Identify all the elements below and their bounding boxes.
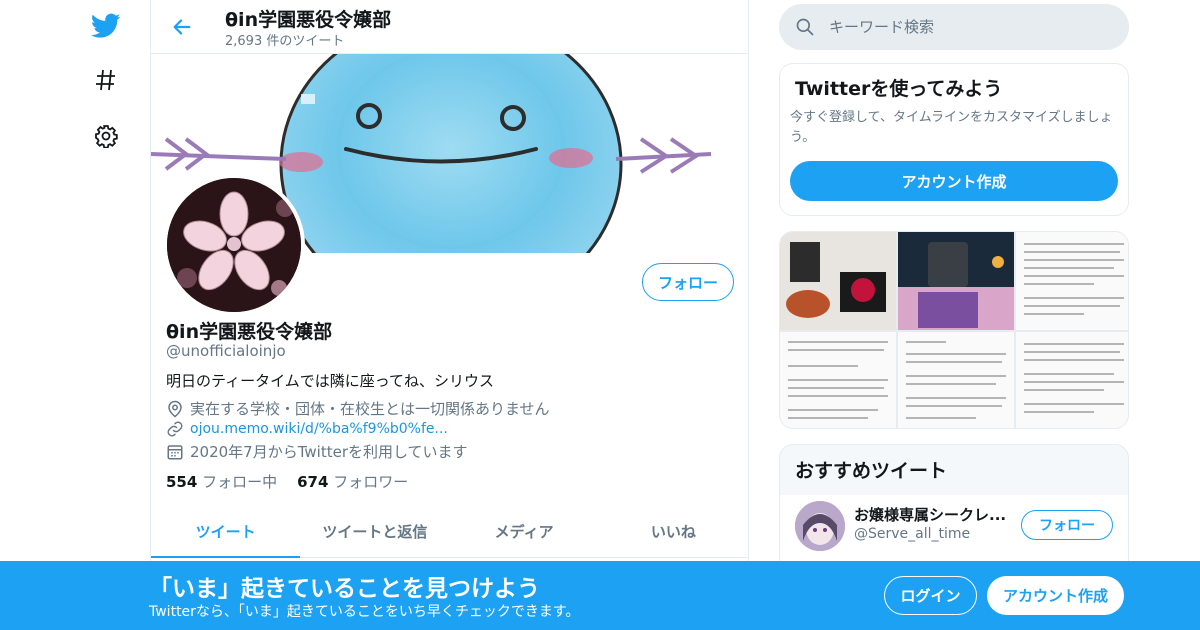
- tab-tweets[interactable]: ツイート: [151, 506, 301, 558]
- location-text: 実在する学校・団体・在校生とは一切関係ありません: [190, 400, 550, 418]
- follow-button[interactable]: フォロー: [642, 263, 734, 301]
- signup-button[interactable]: アカウント作成: [987, 576, 1124, 615]
- profile-name: θin学園悪役令嬢部: [166, 321, 333, 343]
- profile-location: 実在する学校・団体・在校生とは一切関係ありません: [166, 398, 550, 419]
- link-icon: [167, 421, 183, 437]
- signup-title: Twitterを使ってみよう: [795, 78, 1003, 100]
- profile-handle: @unofficialoinjo: [166, 342, 286, 360]
- recommended-handle: @Serve_all_time: [854, 526, 971, 542]
- profile-url: ojou.memo.wiki/d/%ba%f9%b0%fe...: [166, 420, 448, 438]
- url-link[interactable]: ojou.memo.wiki/d/%ba%f9%b0%fe...: [190, 421, 448, 437]
- profile-tabs: ツイート ツイートと返信 メディア いいね: [151, 506, 748, 558]
- profile-header-bar: θin学園悪役令嬢部 2,693 件のツイート: [151, 0, 748, 54]
- gear-icon[interactable]: [90, 120, 122, 152]
- search-input[interactable]: [829, 18, 1109, 36]
- tab-likes[interactable]: いいね: [599, 506, 748, 557]
- tab-tweets-replies[interactable]: ツイートと返信: [300, 506, 449, 557]
- signup-card: Twitterを使ってみよう 今すぐ登録して、タイムラインをカスタマイズしましょ…: [779, 63, 1129, 216]
- login-button[interactable]: ログイン: [884, 576, 977, 615]
- hashtag-icon[interactable]: [90, 64, 122, 96]
- twitter-bird-icon[interactable]: [90, 10, 122, 42]
- recommend-title: おすすめツイート: [795, 460, 948, 482]
- search-icon: [796, 18, 814, 36]
- media-thumb-text1[interactable]: [1016, 232, 1128, 330]
- signup-banner: 「いま」起きていることを見つけよう Twitterなら、「いま」起きていることを…: [0, 561, 1200, 630]
- joined-text: 2020年7月からTwitterを利用しています: [190, 443, 468, 461]
- profile-avatar[interactable]: [163, 174, 305, 316]
- followers-stat[interactable]: 674 フォロワー: [297, 471, 408, 492]
- profile-bio: 明日のティータイムでは隣に座ってね、シリウス: [166, 372, 495, 390]
- location-icon: [168, 400, 182, 417]
- media-thumb-mug[interactable]: [898, 232, 1014, 330]
- media-thumb-tea[interactable]: [780, 232, 896, 330]
- banner-title: 「いま」起きていることを見つけよう: [149, 576, 540, 602]
- media-thumb-text4[interactable]: [1016, 332, 1128, 428]
- media-grid: [779, 231, 1129, 429]
- create-account-button[interactable]: アカウント作成: [790, 161, 1118, 201]
- recommended-follow-button[interactable]: フォロー: [1021, 510, 1113, 540]
- recommended-avatar[interactable]: [795, 501, 845, 551]
- following-stat[interactable]: 554 フォロー中: [166, 471, 277, 492]
- profile-stats: 554 フォロー中 674 フォロワー: [166, 471, 428, 492]
- profile-column: θin学園悪役令嬢部 2,693 件のツイート フォロー θin学園悪役令嬢部 …: [150, 0, 749, 630]
- recommended-tweets: おすすめツイート お嬢様専属シークレ... @Serve_all_time フォ…: [779, 444, 1129, 574]
- banner-subtitle: Twitterなら、「いま」起きていることをいち早くチェックできます。: [149, 604, 580, 620]
- search-box[interactable]: [779, 4, 1129, 50]
- recommended-name[interactable]: お嬢様専属シークレ...: [854, 504, 1012, 525]
- header-title: θin学園悪役令嬢部: [225, 9, 392, 31]
- back-arrow-icon[interactable]: [167, 12, 197, 42]
- signup-text: 今すぐ登録して、タイムラインをカスタマイズしましょう。: [790, 110, 1113, 145]
- media-thumb-text3[interactable]: [898, 332, 1014, 428]
- recommended-account[interactable]: お嬢様専属シークレ... @Serve_all_time フォロー: [780, 495, 1128, 565]
- tweet-count: 2,693 件のツイート: [225, 34, 345, 49]
- tab-media[interactable]: メディア: [450, 506, 599, 557]
- media-thumb-text2[interactable]: [780, 332, 896, 428]
- profile-joined: 2020年7月からTwitterを利用しています: [166, 441, 468, 462]
- calendar-icon: [167, 444, 183, 459]
- left-nav: [70, 0, 150, 630]
